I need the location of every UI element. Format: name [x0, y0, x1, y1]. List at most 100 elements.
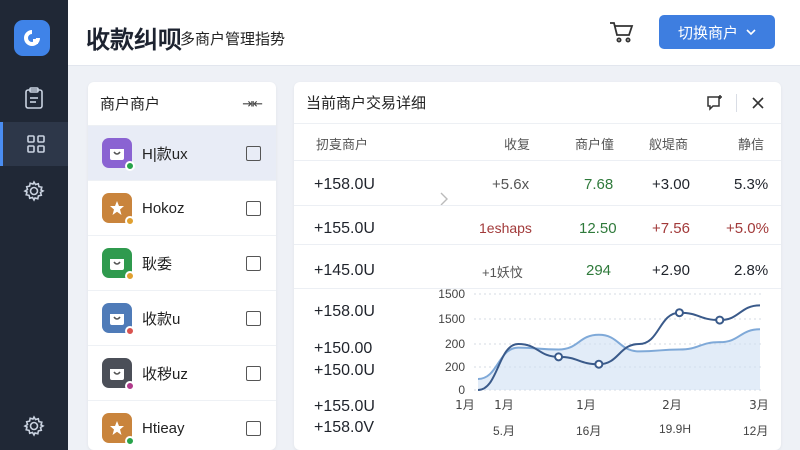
data-point — [715, 315, 725, 325]
collapse-button[interactable]: ⇥⇤ — [242, 96, 263, 112]
status-dot — [125, 271, 135, 281]
series-area — [478, 329, 760, 390]
header-divider — [736, 93, 737, 112]
merchant-avatar — [102, 413, 135, 446]
series-line — [477, 328, 761, 380]
row-cell: +5.0% — [726, 220, 769, 237]
merchant-item[interactable]: Htieay — [88, 401, 276, 450]
row-cell: 2.8% — [734, 262, 769, 279]
gear-icon — [23, 180, 45, 202]
merchant-checkbox[interactable] — [246, 310, 261, 326]
divider — [294, 288, 781, 289]
y-tick-label: 0 — [458, 383, 465, 397]
app-subtitle: 多商户管理指势 — [180, 31, 286, 48]
status-dot — [125, 436, 135, 446]
row-cell: 12.50 — [579, 220, 617, 237]
merchant-item[interactable]: H|款ux — [88, 126, 276, 181]
cart-button[interactable] — [608, 20, 636, 46]
table-row[interactable]: +155.0U 1eshaps 12.50 +7.56 +5.0% — [294, 208, 781, 248]
merchants-panel-header: 商户商户 ⇥⇤ — [88, 82, 276, 126]
merchant-checkbox[interactable] — [246, 365, 261, 381]
detail-title: 当前商户交易详细 — [306, 95, 427, 112]
star-icon — [109, 420, 125, 436]
nav-settings-bottom[interactable] — [0, 404, 68, 448]
wallet-icon — [108, 310, 126, 326]
series-line — [477, 304, 761, 391]
gear-icon — [23, 415, 45, 437]
merchant-item[interactable]: 收款u — [88, 291, 276, 346]
status-dot — [125, 161, 135, 171]
table-row[interactable]: +158.0U +5.6x 7.68 +3.00 5.3% — [294, 164, 781, 204]
y-tick-label: 200 — [445, 337, 465, 351]
merchant-name: Hokoz — [142, 199, 185, 217]
data-point — [554, 352, 564, 362]
column-header: 扨㕝商户 — [316, 137, 369, 152]
nav-clipboard[interactable] — [0, 76, 68, 120]
merchants-panel-title: 商户商户 — [100, 96, 161, 113]
close-button[interactable] — [747, 92, 769, 114]
chevron-down-icon — [746, 29, 756, 36]
data-point — [674, 308, 684, 318]
row-cell: +7.56 — [652, 220, 690, 237]
y-tick-label: 1500 — [438, 312, 465, 326]
status-dot — [125, 381, 135, 391]
merchant-item[interactable]: 收秽uz — [88, 346, 276, 401]
merchant-checkbox[interactable] — [246, 200, 261, 216]
x-tick-label: 1月 — [576, 398, 596, 412]
x-tick-label: 1月 — [494, 398, 514, 412]
divider — [294, 244, 781, 245]
table-header: 扨㕝商户 收复 商户僮 舣堤商 静信 — [294, 134, 781, 154]
merchant-name: 收款u — [142, 310, 181, 328]
nav-settings[interactable] — [0, 169, 68, 213]
wallet-icon — [108, 255, 126, 271]
x-tick-label: 3月 — [749, 398, 769, 412]
date-label: 5.月 — [493, 424, 516, 438]
merchant-checkbox[interactable] — [246, 420, 261, 436]
row-cell: +2.90 — [652, 262, 690, 279]
merchant-avatar — [102, 248, 135, 281]
row-cell: +1妖忟 — [482, 265, 523, 280]
table-row[interactable]: +145.0U +1妖忟 294 +2.90 2.8% — [294, 250, 781, 290]
merchant-checkbox[interactable] — [246, 255, 261, 271]
date-label: 12月 — [743, 424, 769, 438]
row-cell: +3.00 — [652, 176, 690, 193]
nav-dashboard[interactable] — [0, 122, 68, 166]
sidebar — [0, 0, 68, 450]
wallet-icon — [108, 365, 126, 381]
merchant-checkbox[interactable] — [246, 145, 261, 161]
merchants-panel: 商户商户 ⇥⇤ H|款ux Hokoz 耿委收款u 收秽uz Htieay — [88, 82, 276, 450]
row-amount: +145.0U — [314, 262, 375, 279]
column-header: 商户僮 — [575, 137, 615, 152]
amount-item: +158.0V — [314, 419, 375, 436]
chat-button[interactable] — [704, 92, 726, 114]
column-header: 舣堤商 — [649, 137, 689, 152]
merchant-avatar — [102, 303, 135, 336]
chat-sparkle-icon — [707, 94, 722, 111]
row-cell: 7.68 — [584, 176, 614, 193]
switch-merchant-button[interactable]: 切换商户 — [659, 15, 775, 49]
data-point — [594, 359, 604, 369]
detail-header: 当前商户交易详细 — [294, 82, 781, 124]
wallet-icon — [108, 145, 126, 161]
merchant-avatar — [102, 138, 135, 171]
merchant-item[interactable]: 耿委 — [88, 236, 276, 291]
amount-item: +150.00 — [314, 340, 373, 357]
column-header: 静信 — [738, 137, 765, 152]
close-icon — [752, 96, 764, 109]
status-dot — [125, 326, 135, 336]
star-icon — [109, 200, 125, 216]
app-title: 收款纠呗 — [86, 27, 182, 54]
app-logo[interactable] — [14, 20, 50, 56]
date-label: 19.9H — [659, 422, 692, 436]
switch-merchant-label: 切换商户 — [677, 24, 738, 42]
x-tick-label: 1月 — [455, 398, 475, 412]
row-cell: 294 — [586, 262, 612, 279]
merchant-avatar — [102, 358, 135, 391]
merchant-avatar — [102, 193, 135, 226]
row-cell: 1eshaps — [479, 220, 532, 236]
amount-item: +158.0U — [314, 303, 375, 320]
cart-icon — [610, 22, 634, 43]
amount-item: +155.0U — [314, 398, 375, 415]
logo-icon — [24, 30, 40, 46]
merchant-item[interactable]: Hokoz — [88, 181, 276, 236]
